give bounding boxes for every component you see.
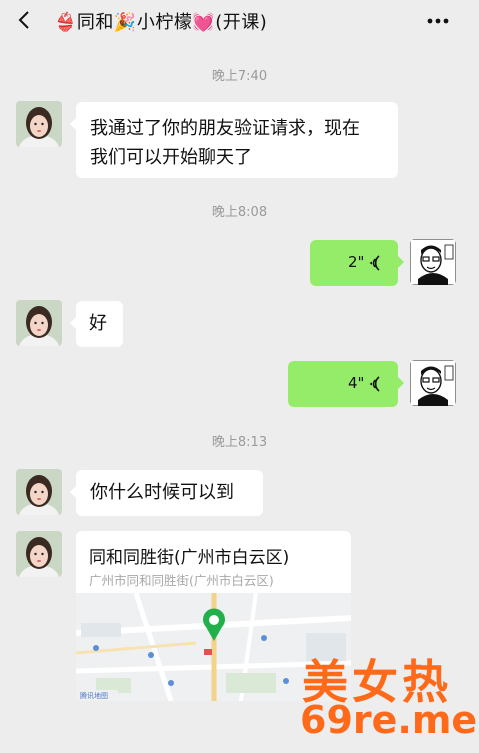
ellipsis-icon[interactable]	[427, 18, 449, 24]
chevron-left-icon[interactable]	[16, 10, 34, 30]
message-bubble-text[interactable]: 我通过了你的朋友验证请求，现在 我们可以开始聊天了	[70, 102, 398, 178]
location-title: 同和同胜街(广州市白云区)	[89, 548, 290, 568]
chat-title: 👙同和🎉小柠檬💓(开课)	[54, 12, 268, 33]
self-avatar[interactable]	[410, 360, 456, 406]
voice-wave-icon	[369, 255, 380, 271]
voice-message-bubble[interactable]: 4"	[288, 361, 404, 407]
contact-avatar[interactable]	[16, 101, 62, 147]
self-avatar[interactable]	[410, 239, 456, 285]
message-line: 我通过了你的朋友验证请求，现在	[90, 118, 360, 139]
voice-duration: 4"	[348, 374, 365, 392]
message-bubble-text[interactable]: 好	[70, 301, 123, 347]
chat-header: 👙同和🎉小柠檬💓(开课)	[0, 0, 479, 42]
watermark-line2: 69re.me	[300, 698, 478, 742]
message-bubble-text[interactable]: 你什么时候可以到	[70, 470, 263, 516]
message-line: 我们可以开始聊天了	[90, 147, 252, 168]
contact-avatar[interactable]	[16, 300, 62, 346]
message-line: 好	[89, 313, 107, 334]
timestamp: 晚上8:13	[211, 435, 268, 450]
contact-avatar[interactable]	[16, 531, 62, 577]
location-address: 广州市同和同胜街(广州市白云区)	[89, 573, 274, 588]
timestamp: 晚上8:08	[211, 205, 268, 220]
map-logo: 腾讯地图	[80, 691, 108, 700]
timestamp: 晚上7:40	[211, 69, 268, 84]
voice-wave-icon	[369, 376, 380, 392]
voice-duration: 2"	[348, 253, 365, 271]
contact-avatar[interactable]	[16, 469, 62, 515]
watermark: 美女热 69re.me	[300, 646, 479, 753]
voice-message-bubble[interactable]: 2"	[310, 240, 404, 286]
message-line: 你什么时候可以到	[90, 482, 234, 503]
